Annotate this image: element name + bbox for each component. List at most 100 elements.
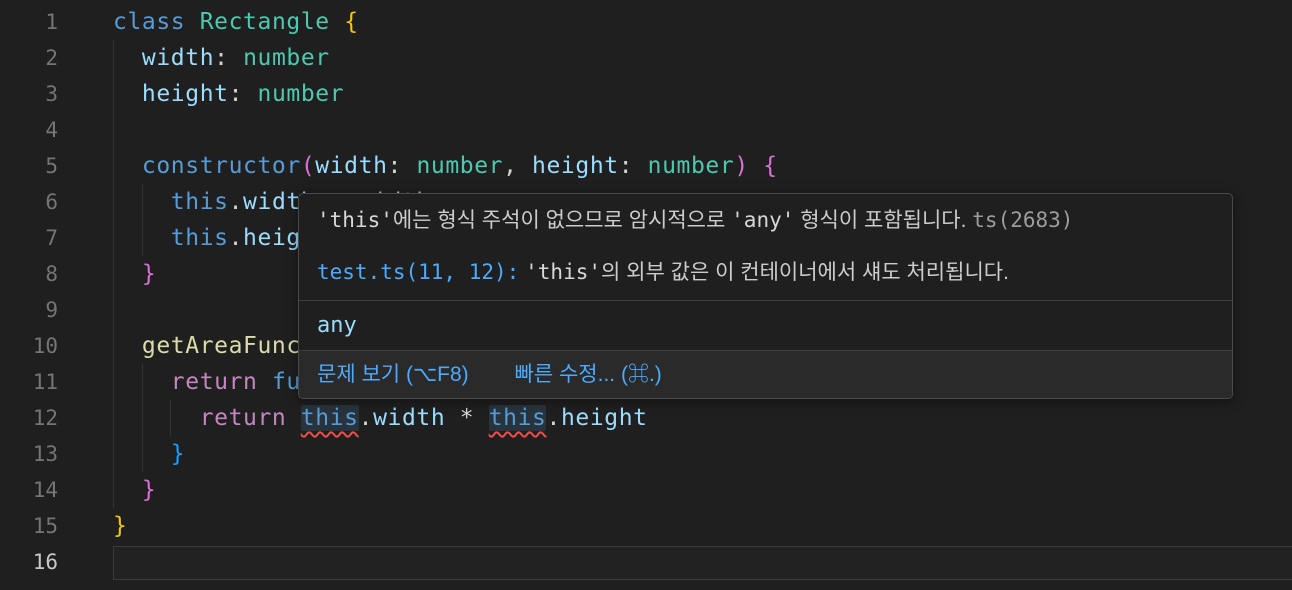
line-number: 15: [0, 508, 58, 544]
code-token: [185, 9, 199, 35]
hover-tooltip: 'this'에는 형식 주석이 없으므로 암시적으로 'any' 형식이 포함됩…: [298, 193, 1233, 399]
message-text: 'this': [317, 208, 393, 232]
code-token: [257, 369, 271, 395]
code-token: :: [619, 153, 648, 179]
line-number: 11: [0, 364, 58, 400]
line-number: 2: [0, 40, 58, 76]
view-problem-link[interactable]: 문제 보기 (⌥F8): [317, 363, 469, 386]
code-token: [113, 189, 171, 215]
line-number: 7: [0, 220, 58, 256]
code-token: }: [171, 441, 185, 467]
code-token: }: [142, 477, 156, 503]
code-token: [474, 405, 488, 431]
code-token: {: [344, 9, 358, 35]
message-text: 에는 형식 주석이 없으므로 암시적으로: [393, 209, 731, 232]
code-line[interactable]: constructor(width: number, height: numbe…: [113, 148, 1292, 184]
code-line[interactable]: [113, 112, 1292, 148]
error-token: this: [301, 405, 359, 431]
type-info: any: [299, 300, 1232, 350]
line-number: 12: [0, 400, 58, 436]
code-token: [113, 45, 142, 71]
code-token: [113, 81, 142, 107]
file-location-link[interactable]: test.ts(11, 12):: [317, 260, 519, 284]
code-line[interactable]: }: [113, 436, 1292, 472]
code-token: [445, 405, 459, 431]
code-token: height: [142, 81, 229, 107]
diagnostic-related-info: test.ts(11, 12): 'this'의 외부 값은 이 컨테이너에서 …: [317, 257, 1214, 288]
quick-fix-link[interactable]: 빠른 수정... (⌘.): [515, 363, 662, 386]
line-number: 14: [0, 472, 58, 508]
code-token: number: [258, 81, 345, 107]
code-token: return: [200, 405, 287, 431]
code-line[interactable]: }: [113, 472, 1292, 508]
line-number: 1: [0, 4, 58, 40]
hover-status-bar: 문제 보기 (⌥F8) 빠른 수정... (⌘.): [299, 350, 1232, 398]
code-token: [286, 405, 300, 431]
line-number-gutter: 12345678910111213141516: [0, 4, 58, 580]
line-number: 3: [0, 76, 58, 112]
code-line[interactable]: width: number: [113, 40, 1292, 76]
code-token: .: [546, 405, 560, 431]
code-token: class: [113, 9, 185, 35]
code-token: [113, 477, 142, 503]
line-number: 13: [0, 436, 58, 472]
code-token: }: [113, 513, 127, 539]
code-line[interactable]: height: number: [113, 76, 1292, 112]
code-token: {: [763, 153, 777, 179]
code-token: this: [171, 189, 229, 215]
code-token: (: [301, 153, 315, 179]
code-line[interactable]: [113, 544, 1292, 580]
code-token: [113, 333, 142, 359]
code-token: [113, 225, 171, 251]
code-line[interactable]: return this.width * this.height: [113, 400, 1292, 436]
code-token: .: [359, 405, 373, 431]
line-number: 8: [0, 256, 58, 292]
code-token: number: [416, 153, 503, 179]
code-token: :: [388, 153, 417, 179]
code-token: ): [734, 153, 748, 179]
message-text: 'this': [525, 260, 601, 284]
code-token: getAreaFunc: [142, 333, 301, 359]
diagnostic-message: 'this'에는 형식 주석이 없으므로 암시적으로 'any' 형식이 포함됩…: [317, 205, 1214, 236]
code-token: height: [532, 153, 619, 179]
message-text: ts(2683): [972, 208, 1073, 232]
line-number: 16: [0, 544, 58, 580]
code-token: height: [561, 405, 648, 431]
code-token: this: [171, 225, 229, 251]
code-token: Rectangle: [200, 9, 330, 35]
code-line[interactable]: }: [113, 508, 1292, 544]
error-token: this: [489, 405, 547, 431]
code-token: [113, 261, 142, 287]
code-token: ,: [503, 153, 532, 179]
line-number: 9: [0, 292, 58, 328]
hover-message: 'this'에는 형식 주석이 없으므로 암시적으로 'any' 형식이 포함됩…: [299, 194, 1232, 300]
code-token: width: [315, 153, 387, 179]
code-token: [113, 153, 142, 179]
message-text: 'any': [731, 208, 794, 232]
code-token: number: [243, 45, 330, 71]
code-token: }: [142, 261, 156, 287]
code-token: :: [229, 81, 258, 107]
code-token: .: [229, 189, 243, 215]
code-line[interactable]: class Rectangle {: [113, 4, 1292, 40]
code-token: [330, 9, 344, 35]
code-token: width: [142, 45, 214, 71]
code-token: number: [648, 153, 735, 179]
code-token: return: [171, 369, 258, 395]
message-text: 의 외부 값은 이 컨테이너에서 섀도 처리됩니다.: [601, 261, 1009, 284]
code-token: [113, 369, 171, 395]
line-number: 10: [0, 328, 58, 364]
line-number: 4: [0, 112, 58, 148]
code-token: [113, 441, 171, 467]
code-token: .: [229, 225, 243, 251]
message-text: 형식이 포함됩니다.: [794, 209, 972, 232]
code-editor: { "editor": { "background": "#1f1f1f", "…: [0, 0, 1292, 590]
line-number: 6: [0, 184, 58, 220]
code-token: [749, 153, 763, 179]
code-token: [113, 405, 200, 431]
line-number: 5: [0, 148, 58, 184]
code-token: width: [373, 405, 445, 431]
code-token: :: [214, 45, 243, 71]
code-token: *: [460, 405, 474, 431]
code-token: constructor: [142, 153, 301, 179]
